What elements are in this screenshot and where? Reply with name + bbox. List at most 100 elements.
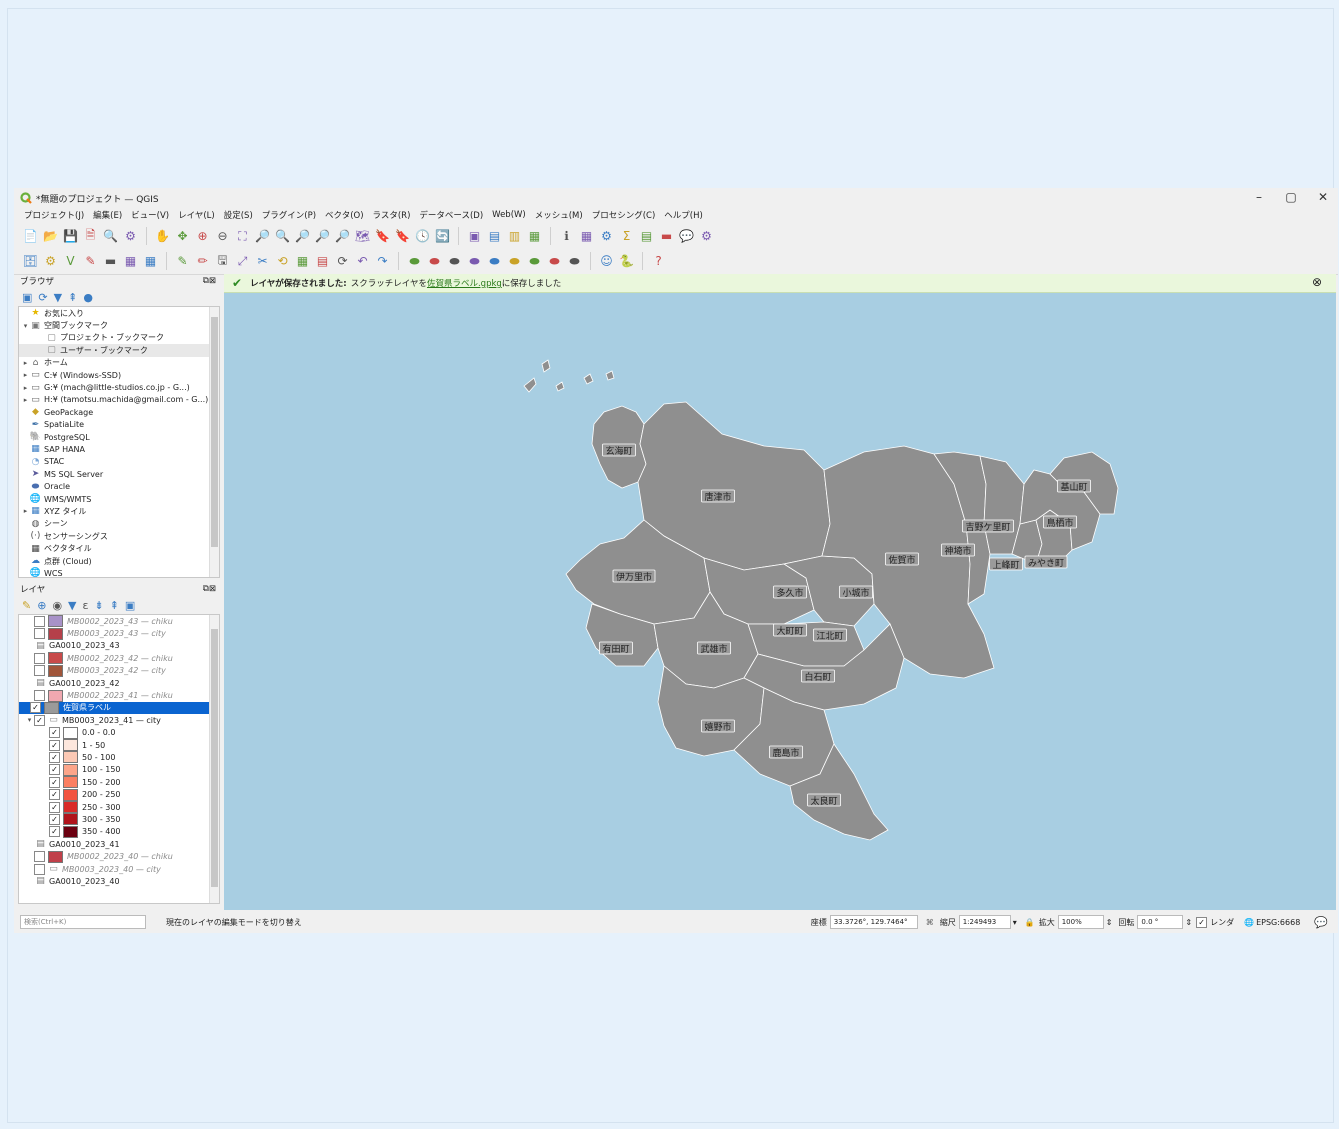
toolbar-tool-icon[interactable]: ⬬ bbox=[546, 253, 563, 270]
layer-item[interactable]: MB0002_2023_40 — chiku bbox=[19, 850, 219, 863]
filter-legend-icon[interactable]: ▼ bbox=[68, 599, 76, 612]
expander-icon[interactable]: ▸ bbox=[21, 359, 30, 367]
render-checkbox[interactable] bbox=[1196, 916, 1208, 928]
toolbar-tool-icon[interactable]: 🔎 bbox=[334, 228, 351, 245]
toolbar-tool-icon[interactable]: 🔍 bbox=[102, 228, 119, 245]
remove-layer-icon[interactable]: ▣ bbox=[125, 599, 135, 612]
panel-float-close-icon[interactable]: ⧉⊠ bbox=[203, 276, 216, 286]
layer-item[interactable]: MB0002_2023_41 — chiku bbox=[19, 689, 219, 702]
messages-icon[interactable]: 💬 bbox=[1314, 916, 1328, 929]
scale-field[interactable]: 1:249493 bbox=[958, 915, 1011, 929]
toolbar-tool-icon[interactable]: ⚙ bbox=[42, 253, 59, 270]
browser-item[interactable]: ▸ ⌂ ホーム bbox=[19, 357, 219, 369]
toolbar-tool-icon[interactable]: ⤢ bbox=[234, 253, 251, 270]
toolbar-tool-icon[interactable]: ✎ bbox=[174, 253, 191, 270]
toolbar-tool-icon[interactable]: ▤ bbox=[486, 228, 503, 245]
toolbar-tool-icon[interactable]: 💬 bbox=[678, 228, 695, 245]
scale-dropdown-icon[interactable]: ▾ bbox=[1013, 918, 1017, 927]
add-group-icon[interactable]: ⊕ bbox=[37, 599, 46, 612]
browser-item[interactable]: ▾ ▣ 空間ブックマーク bbox=[19, 319, 219, 331]
browser-item[interactable]: ▦ ベクタタイル bbox=[19, 542, 219, 554]
legend-class[interactable]: 300 - 350 bbox=[19, 813, 219, 826]
toolbar-tool-icon[interactable]: ☺ bbox=[598, 253, 615, 270]
browser-item[interactable]: ▢ ユーザー・ブックマーク bbox=[19, 344, 219, 357]
menu-item[interactable]: プロセシング(C) bbox=[592, 209, 656, 221]
toolbar-tool-icon[interactable]: 🗺 bbox=[354, 228, 371, 245]
toolbar-tool-icon[interactable]: 📄 bbox=[22, 228, 39, 245]
expander-icon[interactable]: ▸ bbox=[21, 371, 30, 379]
toolbar-tool-icon[interactable]: 🔎 bbox=[294, 228, 311, 245]
extents-toggle-icon[interactable]: ⌘ bbox=[926, 918, 934, 927]
layer-checkbox[interactable] bbox=[34, 690, 45, 702]
layer-item[interactable]: MB0002_2023_42 — chiku bbox=[19, 652, 219, 665]
toolbar-tool-icon[interactable]: 🔍 bbox=[274, 228, 291, 245]
browser-item[interactable]: ▢ プロジェクト・ブックマーク bbox=[19, 332, 219, 344]
browser-item[interactable]: ◆ GeoPackage bbox=[19, 406, 219, 418]
toolbar-tool-icon[interactable]: ▬ bbox=[102, 253, 119, 270]
class-checkbox[interactable] bbox=[49, 826, 60, 838]
toolbar-tool-icon[interactable]: ⬬ bbox=[506, 253, 523, 270]
browser-item[interactable]: ▸ ▭ G:¥ (mach@little-studios.co.jp - G...) bbox=[19, 381, 219, 393]
toolbar-tool-icon[interactable]: ⚙ bbox=[598, 228, 615, 245]
browser-item[interactable]: ✒ SpatiaLite bbox=[19, 419, 219, 431]
menu-item[interactable]: プラグイン(P) bbox=[262, 209, 316, 221]
toolbar-tool-icon[interactable]: ▦ bbox=[122, 253, 139, 270]
crs-globe-icon[interactable]: 🌐 bbox=[1244, 918, 1254, 927]
crs-label[interactable]: EPSG:6668 bbox=[1256, 918, 1300, 927]
toolbar-tool-icon[interactable]: ↶ bbox=[354, 253, 371, 270]
browser-item[interactable]: ▸ ▭ C:¥ (Windows-SSD) bbox=[19, 369, 219, 381]
menu-item[interactable]: ヘルプ(H) bbox=[664, 209, 703, 221]
browser-item[interactable]: ▦ SAP HANA bbox=[19, 443, 219, 455]
layer-checkbox[interactable] bbox=[34, 851, 45, 863]
layer-item[interactable]: ▾ ▭ MB0003_2023_41 — city bbox=[19, 714, 219, 726]
layer-item[interactable]: MB0002_2023_43 — chiku bbox=[19, 615, 219, 628]
panel-float-close-icon[interactable]: ⧉⊠ bbox=[203, 584, 216, 594]
layer-checkbox[interactable] bbox=[30, 702, 41, 714]
class-checkbox[interactable] bbox=[49, 789, 60, 801]
locator-search-input[interactable]: 検索(Ctrl+K) bbox=[20, 915, 146, 929]
layer-checkbox[interactable] bbox=[34, 863, 45, 875]
magnifier-field[interactable]: 100% bbox=[1057, 915, 1104, 929]
message-close-icon[interactable]: ⊗ bbox=[1312, 275, 1322, 289]
class-checkbox[interactable] bbox=[49, 727, 60, 739]
browser-item[interactable]: 🐘 PostgreSQL bbox=[19, 431, 219, 443]
legend-class[interactable]: 50 - 100 bbox=[19, 751, 219, 764]
toolbar-tool-icon[interactable]: 📂 bbox=[42, 228, 59, 245]
toolbar-tool-icon[interactable]: ⬬ bbox=[526, 253, 543, 270]
toolbar-tool-icon[interactable]: 🐍 bbox=[618, 253, 635, 270]
toolbar-tool-icon[interactable]: 🔎 bbox=[314, 228, 331, 245]
menu-item[interactable]: ラスタ(R) bbox=[373, 209, 411, 221]
minimize-button[interactable]: – bbox=[1252, 190, 1266, 204]
layer-checkbox[interactable] bbox=[34, 714, 45, 726]
legend-class[interactable]: 150 - 200 bbox=[19, 776, 219, 789]
toolbar-tool-icon[interactable]: ✋ bbox=[154, 228, 171, 245]
browser-item[interactable]: 🌐 WCS bbox=[19, 567, 219, 577]
toolbar-tool-icon[interactable]: ✥ bbox=[174, 228, 191, 245]
expression-filter-icon[interactable]: ε bbox=[83, 599, 89, 612]
toolbar-tool-icon[interactable]: ▤ bbox=[638, 228, 655, 245]
legend-class[interactable]: 200 - 250 bbox=[19, 788, 219, 801]
browser-item[interactable]: ➤ MS SQL Server bbox=[19, 468, 219, 480]
browser-item[interactable]: ★ お気に入り bbox=[19, 307, 219, 319]
menu-item[interactable]: ビュー(V) bbox=[131, 209, 169, 221]
toolbar-tool-icon[interactable]: 🔖 bbox=[374, 228, 391, 245]
expander-icon[interactable]: ▸ bbox=[21, 384, 30, 392]
menu-item[interactable]: 設定(S) bbox=[224, 209, 253, 221]
toolbar-tool-icon[interactable]: ▥ bbox=[506, 228, 523, 245]
toolbar-tool-icon[interactable]: ▬ bbox=[658, 228, 675, 245]
add-layer-icon[interactable]: ▣ bbox=[22, 291, 32, 304]
expander-icon[interactable]: ▾ bbox=[21, 322, 30, 330]
style-panel-icon[interactable]: ✎ bbox=[22, 599, 31, 612]
legend-class[interactable]: 250 - 300 bbox=[19, 801, 219, 814]
browser-item[interactable]: (·) センサーシングス bbox=[19, 530, 219, 542]
browser-item[interactable]: ☁ 点群 (Cloud) bbox=[19, 555, 219, 567]
layer-group[interactable]: ▤ GA0010_2023_43 bbox=[19, 640, 219, 652]
toolbar-tool-icon[interactable]: 🖫 bbox=[214, 253, 231, 270]
info-icon[interactable]: ● bbox=[83, 291, 93, 304]
rotation-field[interactable]: 0.0 ° bbox=[1137, 915, 1184, 929]
layer-checkbox[interactable] bbox=[34, 615, 45, 627]
legend-class[interactable]: 100 - 150 bbox=[19, 763, 219, 776]
toolbar-tool-icon[interactable]: ⊕ bbox=[194, 228, 211, 245]
lock-scale-icon[interactable]: 🔒 bbox=[1025, 918, 1035, 927]
toolbar-tool-icon[interactable]: 🗄 bbox=[22, 253, 39, 270]
